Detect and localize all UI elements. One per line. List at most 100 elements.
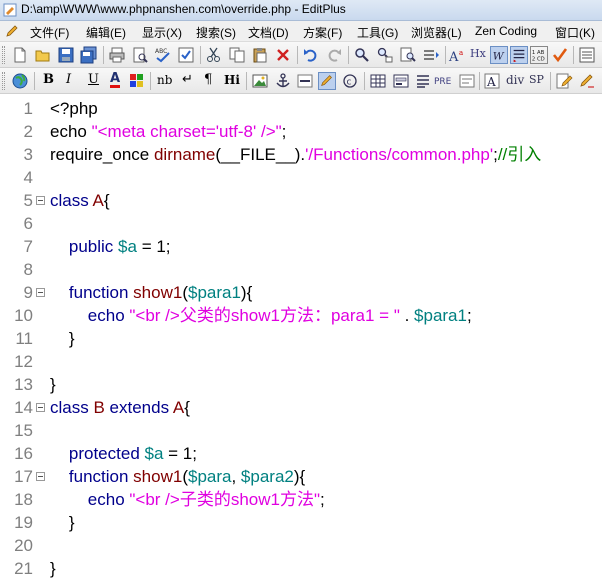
- paragraph-button[interactable]: ¶: [204, 73, 212, 87]
- find-in-files-icon[interactable]: [399, 46, 417, 64]
- line-number: 9: [23, 283, 33, 302]
- toolbar-separator: [348, 46, 349, 64]
- div-button[interactable]: div: [506, 73, 524, 87]
- code-line[interactable]: require_once dirname(__FILE__).'/Functio…: [50, 143, 541, 166]
- column-select-icon[interactable]: 1 AB2 CD: [530, 46, 548, 64]
- bold-button[interactable]: B: [43, 73, 54, 87]
- line-number-gutter[interactable]: 1 2 3 4 5 6 7 8 9 10 11 12 13 14 15 16 17 18 19 20 21: [0, 95, 47, 581]
- italic-button[interactable]: I: [66, 73, 71, 87]
- goto-line-icon[interactable]: [422, 46, 440, 64]
- check-icon[interactable]: [177, 46, 195, 64]
- redo-icon[interactable]: [325, 46, 343, 64]
- line-number: 19: [14, 513, 33, 532]
- edit-highlight-icon[interactable]: [318, 72, 336, 90]
- menu-search[interactable]: 搜索(S): [196, 24, 236, 41]
- heading-x-label[interactable]: Hx: [470, 47, 486, 61]
- code-line[interactable]: <?php: [50, 97, 98, 120]
- menu-window[interactable]: 窗口(K): [555, 24, 595, 41]
- menu-edit[interactable]: 编辑(E): [86, 24, 126, 41]
- code-token: = 1;: [163, 444, 197, 463]
- menu-zen-coding[interactable]: Zen Coding: [475, 24, 537, 38]
- code-line[interactable]: echo "<br />父类的show1方法：para1 = " . $para…: [50, 304, 472, 327]
- menu-project[interactable]: 方案(F): [303, 24, 342, 41]
- span-button[interactable]: SP: [529, 73, 544, 87]
- image-icon[interactable]: [251, 72, 269, 90]
- code-line[interactable]: }: [50, 373, 56, 396]
- new-file-icon[interactable]: [11, 46, 29, 64]
- code-token: }: [50, 329, 75, 348]
- heading-button[interactable]: Hi: [224, 73, 240, 87]
- code-line[interactable]: public $a = 1;: [50, 235, 171, 258]
- word-wrap-icon[interactable]: W: [490, 46, 508, 64]
- font-color-button[interactable]: A: [110, 72, 121, 88]
- special-chars-icon[interactable]: c: [341, 72, 359, 90]
- code-token: class: [50, 398, 94, 417]
- line-number-icon[interactable]: [510, 46, 528, 64]
- code-token: function: [50, 283, 134, 302]
- pen-edit-icon[interactable]: [578, 72, 596, 90]
- line-number: 2: [23, 122, 33, 141]
- spell-check-icon[interactable]: ABC: [154, 46, 172, 64]
- title-bar[interactable]: D:\amp\WWW\www.phpnanshen.com\override.p…: [0, 0, 602, 21]
- code-line[interactable]: }: [50, 557, 56, 580]
- code-line[interactable]: }: [50, 327, 75, 350]
- code-token: '/Functions/common.php': [305, 145, 494, 164]
- code-token: echo: [50, 490, 130, 509]
- color-palette-icon[interactable]: [128, 72, 146, 90]
- fold-toggle-icon[interactable]: [36, 288, 45, 297]
- fold-toggle-icon[interactable]: [36, 196, 45, 205]
- delete-icon[interactable]: [274, 46, 292, 64]
- code-line[interactable]: class A{: [50, 189, 110, 212]
- menu-tools[interactable]: 工具(G): [357, 24, 398, 41]
- code-line[interactable]: class B extends A{: [50, 396, 190, 419]
- cut-icon[interactable]: [205, 46, 223, 64]
- code-line[interactable]: echo "<meta charset='utf-8' />";: [50, 120, 286, 143]
- paste-icon[interactable]: [251, 46, 269, 64]
- anchor-icon[interactable]: [274, 72, 292, 90]
- svg-text:2 CD: 2 CD: [532, 56, 545, 62]
- open-folder-icon[interactable]: [34, 46, 52, 64]
- toolbar-grip[interactable]: [2, 46, 5, 64]
- fold-toggle-icon[interactable]: [36, 403, 45, 412]
- code-editor[interactable]: 1 2 3 4 5 6 7 8 9 10 11 12 13 14 15 16 17 18 19 20 21 <?php e…: [0, 95, 602, 581]
- code-line[interactable]: echo "<br />子类的show1方法";: [50, 488, 325, 511]
- window-list-icon[interactable]: [578, 46, 596, 64]
- undo-icon[interactable]: [302, 46, 320, 64]
- replace-icon[interactable]: [376, 46, 394, 64]
- pre-button[interactable]: PRE: [434, 75, 451, 89]
- nbsp-button[interactable]: nb: [157, 73, 172, 87]
- print-preview-icon[interactable]: [131, 46, 149, 64]
- comment-icon[interactable]: [458, 72, 476, 90]
- code-token: require_once: [50, 145, 154, 164]
- font-size-icon[interactable]: Aa: [448, 46, 466, 64]
- underline-button[interactable]: U: [88, 73, 99, 87]
- code-line[interactable]: }: [50, 511, 75, 534]
- horizontal-rule-icon[interactable]: [296, 72, 314, 90]
- print-icon[interactable]: [108, 46, 126, 64]
- menu-file[interactable]: 文件(F): [30, 24, 69, 41]
- find-icon[interactable]: [353, 46, 371, 64]
- font-tag-icon[interactable]: A: [483, 72, 501, 90]
- line-number: 17: [14, 467, 33, 486]
- code-token: public: [50, 237, 119, 256]
- menu-view[interactable]: 显示(X): [142, 24, 182, 41]
- list-icon[interactable]: [414, 72, 432, 90]
- save-all-icon[interactable]: [80, 46, 98, 64]
- code-line[interactable]: function show1($para, $para2){: [50, 465, 305, 488]
- code-token: A: [92, 191, 104, 210]
- code-line[interactable]: protected $a = 1;: [50, 442, 197, 465]
- edit-document-icon[interactable]: [555, 72, 573, 90]
- line-break-button[interactable]: ↵: [182, 73, 193, 87]
- toolbar-grip[interactable]: [2, 72, 5, 90]
- form-icon[interactable]: [392, 72, 410, 90]
- svg-text:ABC: ABC: [155, 48, 167, 55]
- fold-toggle-icon[interactable]: [36, 472, 45, 481]
- table-icon[interactable]: [369, 72, 387, 90]
- copy-icon[interactable]: [228, 46, 246, 64]
- globe-browser-icon[interactable]: [11, 72, 29, 90]
- menu-browser[interactable]: 浏览器(L): [411, 24, 462, 41]
- menu-document[interactable]: 文档(D): [248, 24, 289, 41]
- code-line[interactable]: function show1($para1){: [50, 281, 252, 304]
- check-mark-icon[interactable]: [551, 46, 569, 64]
- save-icon[interactable]: [57, 46, 75, 64]
